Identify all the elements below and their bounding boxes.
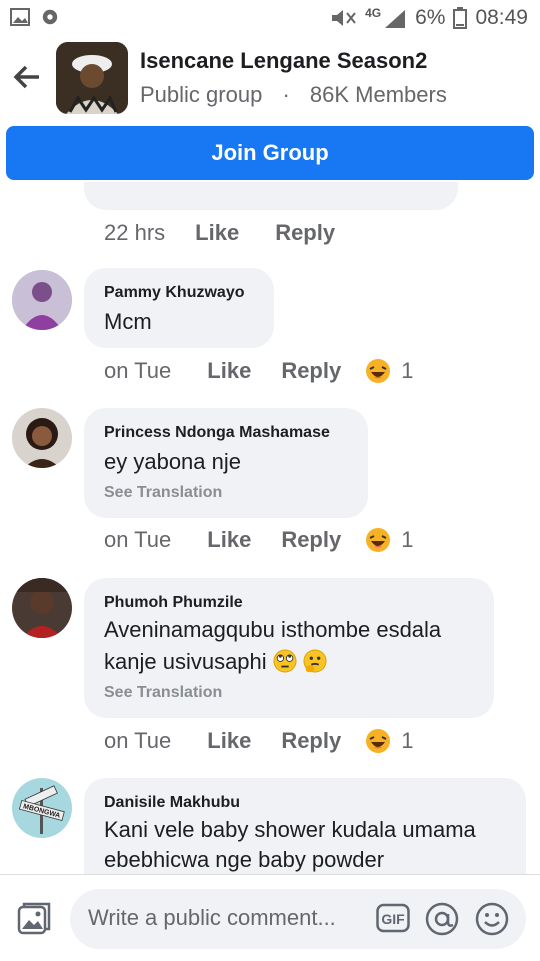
at-icon[interactable]: [424, 901, 460, 937]
comment-meta: on Tue Like Reply 1: [104, 527, 413, 553]
join-group-button[interactable]: Join Group: [6, 126, 534, 180]
like-button[interactable]: Like: [207, 358, 251, 384]
avatar[interactable]: [12, 270, 72, 330]
comment-text-line1: Kani vele baby shower kudala umama: [104, 817, 476, 842]
comment-time: on Tue: [104, 728, 172, 753]
avatar-image: [12, 408, 72, 468]
haha-reaction-icon: [366, 528, 391, 552]
emoji-icon[interactable]: [474, 901, 510, 937]
see-translation-link[interactable]: See Translation: [104, 484, 222, 502]
group-members[interactable]: 86K Members: [310, 82, 447, 107]
avatar-image: [12, 578, 72, 638]
comment-bubble[interactable]: Princess Ndonga Mashamase ey yabona nje …: [84, 408, 368, 518]
comment-text-line2: kanje usivusaphi: [104, 646, 327, 678]
clock: 08:49: [475, 6, 528, 29]
avatar[interactable]: [12, 408, 72, 468]
photo-icon[interactable]: [16, 901, 52, 937]
network-label: 4G: [365, 6, 382, 20]
comment-meta-partial: 22 hrs Like Reply: [104, 220, 335, 246]
avatar[interactable]: [12, 578, 72, 638]
comment-text-content: kanje usivusaphi: [104, 649, 267, 674]
group-privacy: Public group: [140, 82, 263, 107]
image-icon: [10, 8, 30, 26]
battery-percent: 6%: [415, 6, 446, 29]
like-button[interactable]: Like: [195, 220, 239, 246]
like-button[interactable]: Like: [207, 728, 251, 754]
group-name[interactable]: Isencane Lengane Season2: [140, 48, 427, 74]
reply-button[interactable]: Reply: [275, 220, 335, 246]
group-meta: Public group · 86K Members: [140, 82, 447, 108]
comment-text: Mcm: [104, 309, 152, 334]
comment-bubble[interactable]: Phumoh Phumzile Aveninamagqubu isthombe …: [84, 578, 494, 718]
reply-button[interactable]: Reply: [281, 358, 341, 384]
comment-meta: on Tue Like Reply 1: [104, 358, 413, 384]
meta-separator: ·: [282, 82, 290, 107]
group-header: Isencane Lengane Season2 Public group · …: [0, 36, 540, 126]
commenter-name[interactable]: Phumoh Phumzile: [104, 594, 243, 612]
like-button[interactable]: Like: [207, 527, 251, 553]
reaction-summary[interactable]: 1: [365, 358, 413, 384]
group-photo: [56, 42, 128, 114]
reaction-count: 1: [401, 728, 414, 753]
reaction-count: 1: [401, 358, 414, 383]
reply-button[interactable]: Reply: [281, 728, 341, 754]
eyeroll-emoji-icon: [273, 649, 297, 673]
mute-icon: [332, 10, 356, 26]
haha-reaction-icon: [366, 359, 391, 383]
commenter-name[interactable]: Pammy Khuzwayo: [104, 284, 244, 302]
reaction-summary[interactable]: 1: [365, 728, 413, 754]
comment-bubble-partial[interactable]: [84, 182, 458, 210]
avatar-image: [12, 270, 72, 330]
battery-icon: [453, 7, 468, 29]
comment-list[interactable]: 22 hrs Like Reply Pammy Khuzwayo Mcm on …: [0, 182, 540, 874]
group-cover-avatar[interactable]: [56, 42, 128, 114]
comment-input-placeholder: Write a public comment...: [88, 905, 336, 930]
gif-label: GIF: [381, 911, 405, 927]
comment-composer: Write a public comment... GIF: [0, 874, 540, 961]
comment-meta: on Tue Like Reply 1: [104, 728, 413, 754]
comment-text-line2: ebebhicwa nge baby powder: [104, 847, 385, 872]
comment-text: ey yabona nje: [104, 449, 241, 474]
signal-icon: [385, 10, 406, 28]
settings-icon: [42, 9, 58, 25]
avatar-image: MBONGWA: [12, 778, 72, 838]
comment-bubble[interactable]: Pammy Khuzwayo Mcm: [84, 268, 274, 348]
comment-text-line1: Aveninamagqubu isthombe esdala: [104, 617, 442, 642]
thinking-emoji-icon: [303, 649, 327, 673]
commenter-name[interactable]: Danisile Makhubu: [104, 794, 240, 812]
comment-time: 22 hrs: [104, 220, 166, 245]
status-bar: 4G 6% 08:49: [0, 0, 540, 36]
reply-button[interactable]: Reply: [281, 527, 341, 553]
commenter-name[interactable]: Princess Ndonga Mashamase: [104, 424, 330, 442]
back-arrow-icon[interactable]: [12, 62, 42, 92]
comment-bubble[interactable]: Danisile Makhubu Kani vele baby shower k…: [84, 778, 526, 874]
reaction-count: 1: [401, 527, 414, 552]
comment-input[interactable]: Write a public comment... GIF: [70, 889, 526, 949]
comment-time: on Tue: [104, 527, 172, 552]
comment-time: on Tue: [104, 358, 172, 383]
gif-icon[interactable]: GIF: [376, 903, 410, 933]
see-translation-link[interactable]: See Translation: [104, 684, 222, 702]
reaction-summary[interactable]: 1: [365, 527, 413, 553]
avatar[interactable]: MBONGWA: [12, 778, 72, 838]
haha-reaction-icon: [366, 729, 391, 753]
